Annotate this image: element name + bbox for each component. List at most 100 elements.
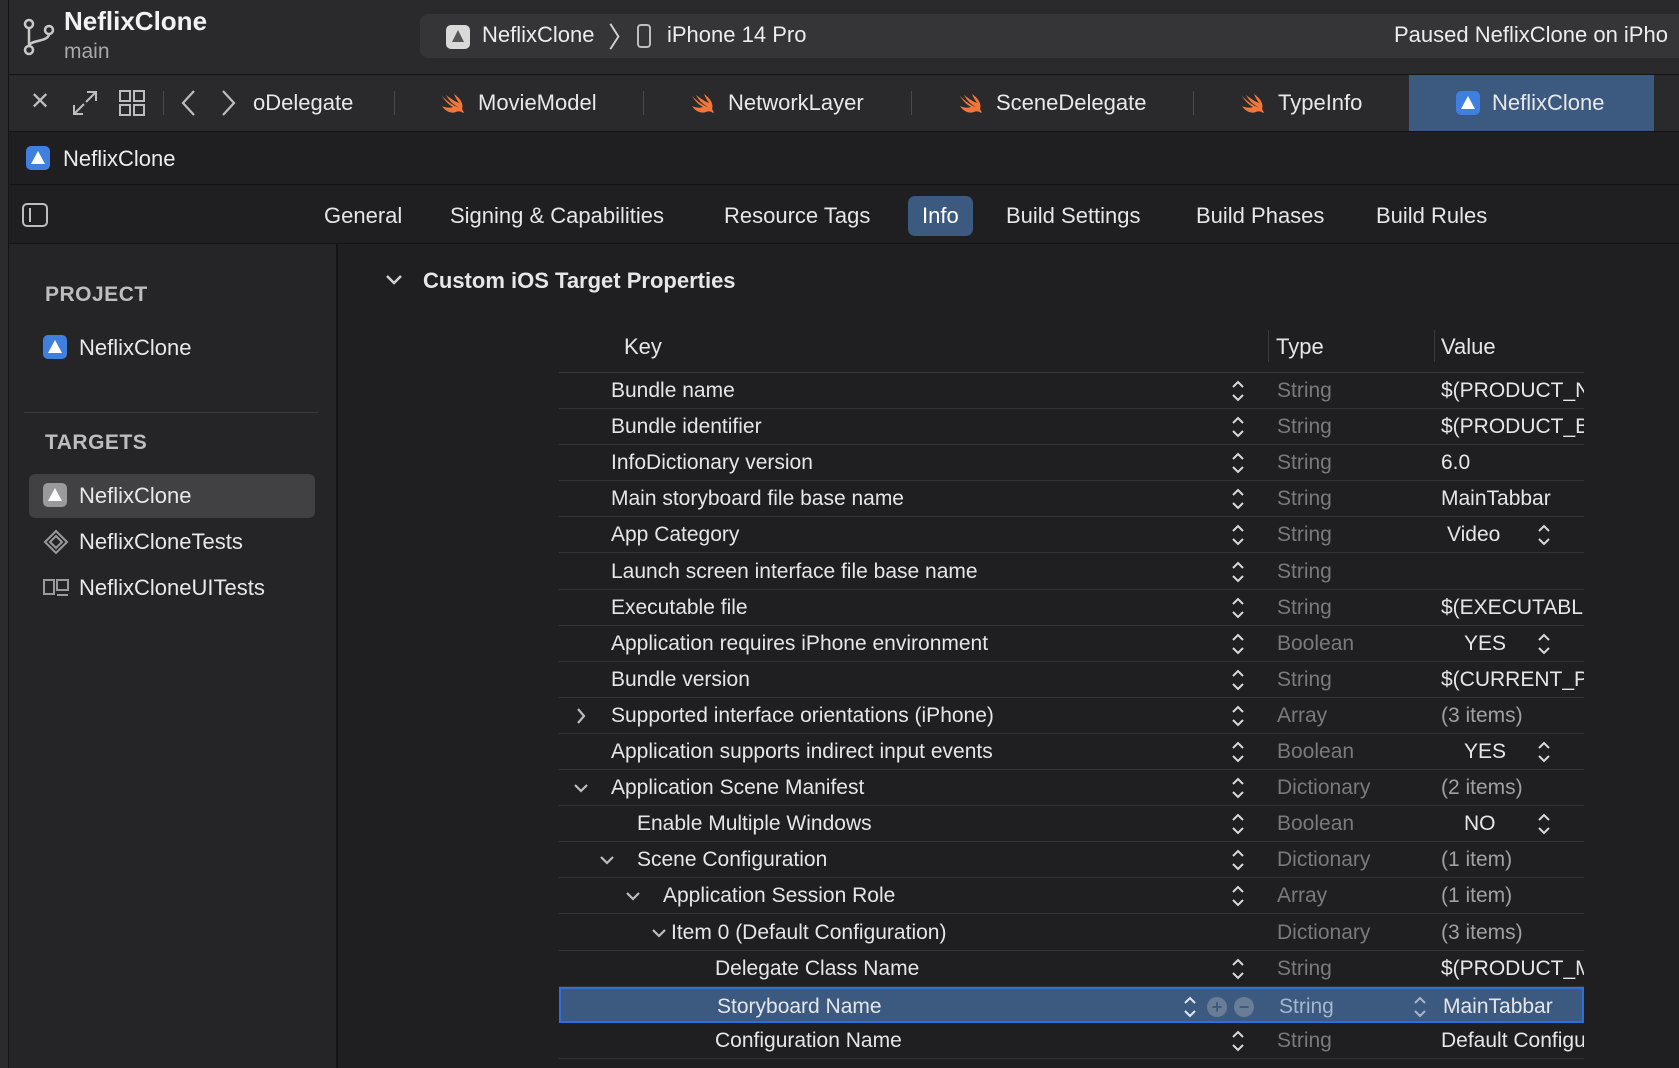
property-type[interactable]: Boolean [1277, 812, 1354, 836]
property-type[interactable]: Dictionary [1277, 848, 1370, 872]
table-row[interactable]: Supported interface orientations (iPhone… [559, 698, 1584, 734]
type-stepper-icon[interactable] [1413, 993, 1427, 1021]
tab-signing-capabilities[interactable]: Signing & Capabilities [436, 196, 678, 236]
property-key[interactable]: Application supports indirect input even… [611, 740, 993, 764]
key-stepper-icon[interactable] [1231, 774, 1245, 802]
value-popup-icon[interactable] [1537, 630, 1551, 658]
table-row[interactable]: Storyboard Name + − String MainTabbar [559, 987, 1584, 1023]
table-row[interactable]: Item 0 (Default Configuration) Dictionary… [559, 915, 1584, 951]
property-type[interactable]: String [1277, 451, 1332, 475]
key-stepper-icon[interactable] [1231, 594, 1245, 622]
property-value[interactable]: $(CURRENT_PROJECT_VERSION) [1441, 668, 1584, 692]
property-type[interactable]: String [1277, 668, 1332, 692]
table-row[interactable]: Bundle version String $(CURRENT_PROJECT_VE… [559, 662, 1584, 698]
property-value[interactable]: Video [1447, 523, 1517, 547]
property-value[interactable]: (1 item) [1441, 848, 1584, 872]
target-item-tests[interactable]: NeflixCloneTests [29, 520, 315, 564]
key-stepper-icon[interactable] [1231, 521, 1245, 549]
tab-typeinfo[interactable]: TypeInfo [1240, 75, 1362, 131]
sidebar-toggle-icon[interactable] [22, 203, 48, 227]
column-header-type[interactable]: Type [1276, 334, 1324, 360]
property-value[interactable]: (3 items) [1441, 704, 1584, 728]
property-type[interactable]: String [1277, 415, 1332, 439]
property-value[interactable]: (3 items) [1441, 921, 1584, 945]
chevron-down-icon[interactable] [623, 882, 643, 916]
property-key[interactable]: Enable Multiple Windows [637, 812, 872, 836]
branch-name[interactable]: main [64, 40, 110, 64]
tab-appdelegate[interactable]: oDelegate [253, 75, 393, 131]
tab-scenedelegate[interactable]: SceneDelegate [958, 75, 1146, 131]
add-row-icon[interactable]: + [1207, 997, 1227, 1017]
key-stepper-icon[interactable] [1231, 666, 1245, 694]
key-stepper-icon[interactable] [1231, 413, 1245, 441]
property-value[interactable]: YES [1464, 632, 1534, 656]
property-key[interactable]: Storyboard Name [717, 995, 882, 1019]
table-row[interactable]: Enable Multiple Windows Boolean NO [559, 806, 1584, 842]
tab-info[interactable]: Info [908, 196, 973, 236]
table-row[interactable]: Application requires iPhone environment B… [559, 626, 1584, 662]
column-divider[interactable] [1434, 330, 1435, 362]
tab-networklayer[interactable]: NetworkLayer [690, 75, 864, 131]
tab-neflixclone[interactable]: NeflixClone [1409, 75, 1654, 131]
property-value[interactable]: MainTabbar [1443, 995, 1586, 1019]
table-row[interactable]: Executable file String $(EXECUTABLE_NAME) [559, 590, 1584, 626]
table-row[interactable]: Configuration Name String Default Configur… [559, 1023, 1584, 1059]
property-key[interactable]: Application Scene Manifest [611, 776, 864, 800]
property-key[interactable]: Configuration Name [715, 1029, 902, 1053]
tab-resource-tags[interactable]: Resource Tags [710, 196, 884, 236]
tab-build-phases[interactable]: Build Phases [1182, 196, 1338, 236]
table-row[interactable]: Bundle identifier String $(PRODUCT_BUNDLE_… [559, 409, 1584, 445]
table-row[interactable]: App Category String Video [559, 517, 1584, 553]
property-key[interactable]: Bundle version [611, 668, 750, 692]
tab-build-settings[interactable]: Build Settings [992, 196, 1155, 236]
property-key[interactable]: Application Session Role [663, 884, 895, 908]
value-popup-icon[interactable] [1537, 521, 1551, 549]
property-key[interactable]: Executable file [611, 596, 748, 620]
key-stepper-icon[interactable] [1231, 846, 1245, 874]
key-stepper-icon[interactable] [1231, 485, 1245, 513]
project-name[interactable]: NeflixClone [64, 6, 207, 37]
key-stepper-icon[interactable] [1231, 377, 1245, 405]
property-value[interactable]: $(PRODUCT_BUNDLE_IDENTIFIER) [1441, 415, 1584, 439]
property-type[interactable]: String [1277, 957, 1332, 981]
table-row[interactable]: Application Scene Manifest Dictionary (2 i… [559, 770, 1584, 806]
table-row[interactable]: Application Session Role Array (1 item) [559, 878, 1584, 914]
chevron-down-icon[interactable] [384, 270, 404, 290]
target-item-neflixclone[interactable]: NeflixClone [29, 474, 315, 518]
remove-row-icon[interactable]: − [1234, 997, 1254, 1017]
key-stepper-icon[interactable] [1231, 955, 1245, 983]
property-type[interactable]: Array [1277, 704, 1327, 728]
property-type[interactable]: String [1277, 379, 1332, 403]
property-key[interactable]: Delegate Class Name [715, 957, 919, 981]
table-row[interactable]: Launch screen interface file base name St… [559, 554, 1584, 590]
property-type[interactable]: Dictionary [1277, 921, 1370, 945]
property-type[interactable]: String [1279, 995, 1334, 1019]
chevron-right-icon[interactable] [571, 702, 591, 736]
grid-icon[interactable] [117, 88, 147, 118]
property-value[interactable]: YES [1464, 740, 1534, 764]
expand-icon[interactable] [70, 88, 100, 118]
table-row[interactable]: InfoDictionary version String 6.0 [559, 445, 1584, 481]
key-stepper-icon[interactable] [1183, 993, 1197, 1021]
project-item[interactable]: NeflixClone [29, 326, 315, 370]
key-stepper-icon[interactable] [1231, 449, 1245, 477]
property-type[interactable]: String [1277, 560, 1332, 584]
key-stepper-icon[interactable] [1231, 630, 1245, 658]
close-icon[interactable]: ✕ [25, 87, 55, 117]
property-type[interactable]: Array [1277, 884, 1327, 908]
property-type[interactable]: Dictionary [1277, 776, 1370, 800]
tab-moviemodel[interactable]: MovieModel [440, 75, 597, 131]
key-stepper-icon[interactable] [1231, 558, 1245, 586]
property-key[interactable]: Item 0 (Default Configuration) [671, 921, 946, 945]
property-value[interactable]: (2 items) [1441, 776, 1584, 800]
property-value[interactable]: MainTabbar [1441, 487, 1584, 511]
property-key[interactable]: Launch screen interface file base name [611, 560, 978, 584]
property-value[interactable]: (1 item) [1441, 884, 1584, 908]
key-stepper-icon[interactable] [1231, 1027, 1245, 1055]
key-stepper-icon[interactable] [1231, 702, 1245, 730]
table-row[interactable]: Main storyboard file base name String Main… [559, 481, 1584, 517]
table-row[interactable]: Scene Configuration Dictionary (1 item) [559, 842, 1584, 878]
table-row[interactable]: Bundle name String $(PRODUCT_NAME) [559, 373, 1584, 409]
property-value[interactable]: $(PRODUCT_NAME) [1441, 379, 1584, 403]
chevron-down-icon[interactable] [597, 846, 617, 880]
